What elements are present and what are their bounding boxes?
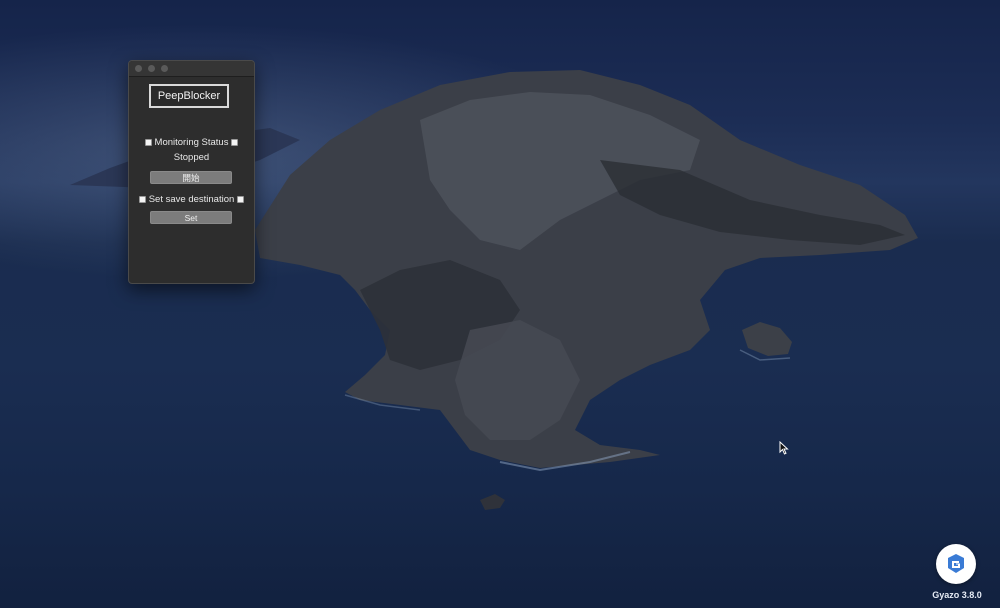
destination-checkbox-left[interactable]: [138, 196, 146, 203]
minimize-window-icon[interactable]: [148, 65, 155, 72]
gyazo-logo-icon: [936, 544, 976, 584]
close-window-icon[interactable]: [135, 65, 142, 72]
gyazo-version-label: Gyazo 3.8.0: [932, 590, 982, 600]
window-titlebar[interactable]: [129, 61, 254, 77]
set-destination-button[interactable]: Set: [150, 211, 232, 224]
start-button[interactable]: 開始: [150, 171, 232, 184]
monitoring-checkbox-right[interactable]: [231, 139, 239, 146]
monitoring-checkbox-left[interactable]: [144, 139, 152, 146]
save-destination-row: Set save destination: [129, 194, 254, 205]
save-destination-label: Set save destination: [148, 194, 235, 205]
peepblocker-window: PeepBlocker Monitoring Status Stopped 開始…: [128, 60, 255, 284]
window-content: PeepBlocker Monitoring Status Stopped 開始…: [129, 77, 254, 283]
monitoring-status-label: Monitoring Status: [154, 137, 229, 148]
zoom-window-icon[interactable]: [161, 65, 168, 72]
mouse-pointer-icon: [779, 440, 789, 460]
monitoring-status-row: Monitoring Status: [129, 137, 254, 148]
destination-checkbox-right[interactable]: [237, 196, 245, 203]
status-value: Stopped: [173, 152, 210, 163]
app-title: PeepBlocker: [149, 84, 229, 108]
